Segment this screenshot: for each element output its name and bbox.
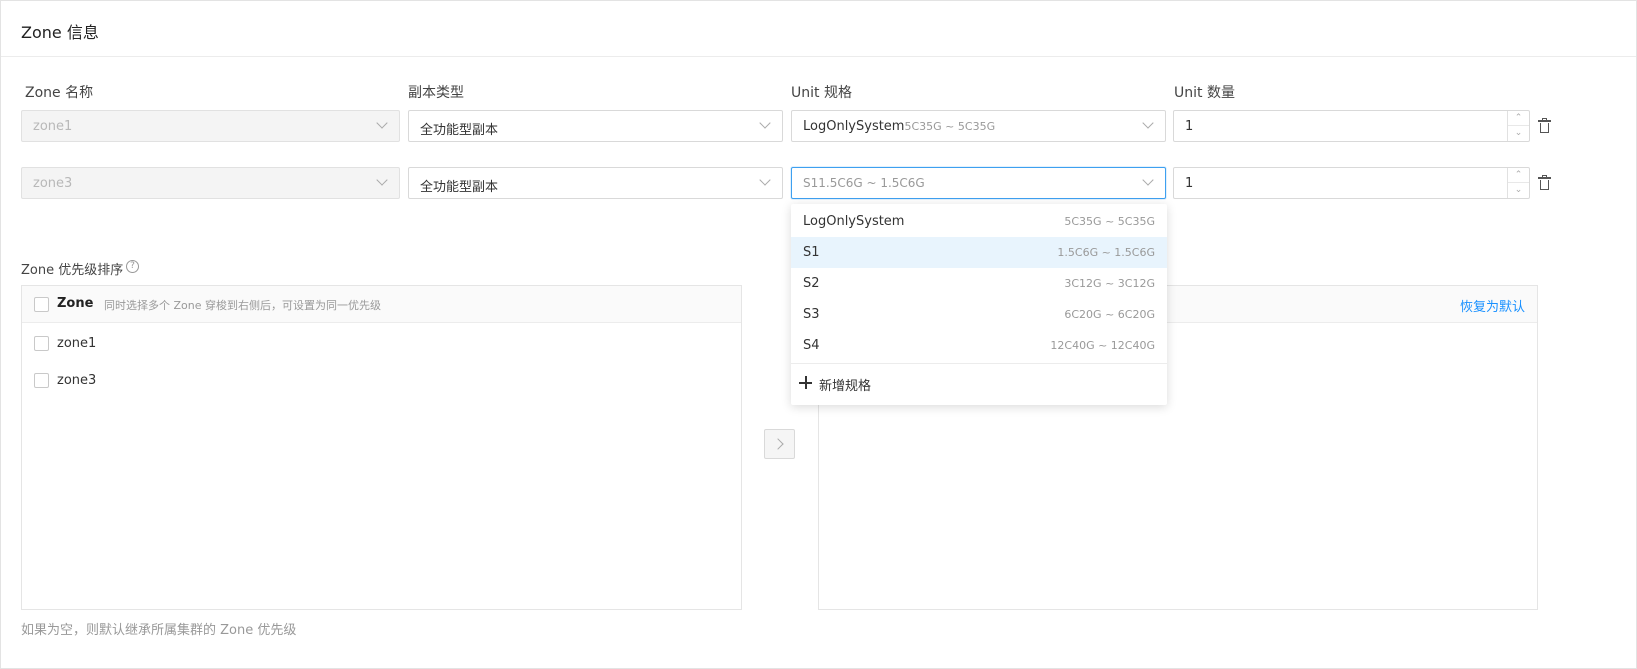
list-item[interactable]: zone3: [57, 373, 96, 388]
zone-select-value: zone1: [33, 119, 73, 134]
chevron-down-icon: [1143, 176, 1153, 186]
panel-title: Zone 信息: [21, 23, 99, 42]
chevron-right-icon: [772, 438, 784, 450]
unit-spec-detail: 5C35G ~ 5C35G: [904, 120, 996, 133]
chevron-down-icon: [377, 176, 387, 186]
unit-count-input-row2[interactable]: 1 ⌃ ⌄: [1173, 167, 1530, 199]
priority-footer-hint: 如果为空，则默认继承所属集群的 Zone 优先级: [21, 623, 297, 638]
quantity-stepper: ⌃ ⌄: [1507, 168, 1529, 198]
unit-count-value: 1: [1185, 176, 1194, 191]
add-spec-label: 新增规格: [819, 379, 872, 394]
transfer-right-button[interactable]: [764, 429, 795, 459]
spec-option-name: S3: [803, 307, 820, 322]
spec-option-name: LogOnlySystem: [803, 214, 905, 229]
replica-type-column-label: 副本类型: [408, 85, 464, 101]
spec-option-s2[interactable]: S2 3C12G ~ 3C12G: [791, 268, 1167, 299]
zone3-checkbox[interactable]: [34, 373, 49, 388]
stepper-down-icon[interactable]: ⌄: [1508, 126, 1529, 141]
source-list-title: Zone: [57, 296, 94, 311]
list-item[interactable]: zone1: [57, 336, 96, 351]
replica-type-value: 全功能型副本: [420, 123, 499, 138]
priority-source-list: Zone 同时选择多个 Zone 穿梭到右侧后，可设置为同一优先级 zone1 …: [21, 285, 742, 610]
spec-option-name: S2: [803, 276, 820, 291]
zone-select-value: zone3: [33, 176, 73, 191]
replica-type-select-row2[interactable]: 全功能型副本: [408, 167, 783, 199]
zone-name-column-label: Zone 名称: [25, 85, 94, 101]
spec-option-detail: 1.5C6G ~ 1.5C6G: [1057, 246, 1155, 259]
zone-info-panel: Zone 信息 Zone 名称 副本类型 Unit 规格 Unit 数量 zon…: [0, 0, 1637, 669]
source-list-hint: 同时选择多个 Zone 穿梭到右侧后，可设置为同一优先级: [104, 299, 381, 312]
spec-option-s1[interactable]: S1 1.5C6G ~ 1.5C6G: [791, 237, 1167, 268]
plus-icon: [799, 376, 812, 389]
stepper-up-icon[interactable]: ⌃: [1508, 111, 1529, 126]
source-list-header: Zone 同时选择多个 Zone 穿梭到右侧后，可设置为同一优先级: [22, 286, 741, 323]
select-all-checkbox[interactable]: [34, 297, 49, 312]
stepper-down-icon[interactable]: ⌄: [1508, 183, 1529, 198]
zone-select-row1: zone1: [21, 110, 400, 142]
spec-option-detail: 12C40G ~ 12C40G: [1050, 339, 1155, 352]
unit-spec-name: LogOnlySystem: [803, 119, 905, 134]
stepper-up-icon[interactable]: ⌃: [1508, 168, 1529, 183]
unit-count-value: 1: [1185, 119, 1194, 134]
spec-option-name: S1: [803, 245, 820, 260]
unit-spec-select-row2[interactable]: S11.5C6G ~ 1.5C6G: [791, 167, 1166, 199]
zone1-checkbox[interactable]: [34, 336, 49, 351]
chevron-down-icon: [760, 119, 770, 129]
replica-type-select-row1[interactable]: 全功能型副本: [408, 110, 783, 142]
zone-priority-label: Zone 优先级排序: [21, 263, 124, 278]
spec-option-s4[interactable]: S4 12C40G ~ 12C40G: [791, 330, 1167, 361]
spec-option-detail: 6C20G ~ 6C20G: [1064, 308, 1155, 321]
delete-row1-trash-icon[interactable]: [1538, 118, 1552, 134]
unit-spec-value: LogOnlySystem5C35G ~ 5C35G: [803, 119, 995, 134]
zone-select-row2: zone3: [21, 167, 400, 199]
replica-type-value: 全功能型副本: [420, 180, 499, 195]
dropdown-divider: [791, 363, 1167, 364]
unit-spec-placeholder: S11.5C6G ~ 1.5C6G: [803, 176, 925, 190]
unit-spec-dropdown: LogOnlySystem 5C35G ~ 5C35G S1 1.5C6G ~ …: [791, 204, 1167, 405]
spec-option-detail: 3C12G ~ 3C12G: [1064, 277, 1155, 290]
unit-spec-column-label: Unit 规格: [791, 85, 852, 101]
delete-row2-trash-icon[interactable]: [1538, 175, 1552, 191]
chevron-down-icon: [1143, 119, 1153, 129]
panel-header: Zone 信息: [1, 1, 1636, 57]
chevron-down-icon: [377, 119, 387, 129]
spec-option-name: S4: [803, 338, 820, 353]
reset-default-link[interactable]: 恢复为默认: [1460, 296, 1525, 315]
spec-option-logonlysystem[interactable]: LogOnlySystem 5C35G ~ 5C35G: [791, 206, 1167, 237]
spec-option-detail: 5C35G ~ 5C35G: [1064, 215, 1155, 228]
chevron-down-icon: [760, 176, 770, 186]
unit-spec-select-row1[interactable]: LogOnlySystem5C35G ~ 5C35G: [791, 110, 1166, 142]
unit-count-column-label: Unit 数量: [1174, 85, 1235, 101]
quantity-stepper: ⌃ ⌄: [1507, 111, 1529, 141]
spec-option-s3[interactable]: S3 6C20G ~ 6C20G: [791, 299, 1167, 330]
unit-count-input-row1[interactable]: 1 ⌃ ⌄: [1173, 110, 1530, 142]
help-icon[interactable]: ?: [126, 260, 139, 273]
